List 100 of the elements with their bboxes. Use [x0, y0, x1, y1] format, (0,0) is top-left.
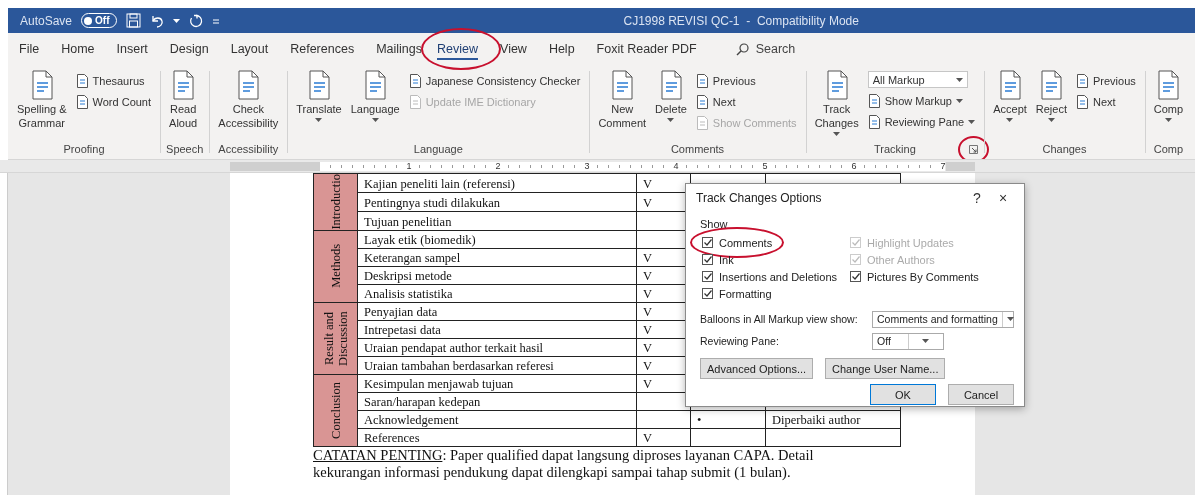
- checkbox-label: Insertions and Deletions: [719, 270, 837, 283]
- ribbon-button[interactable]: Previous: [1073, 70, 1139, 91]
- dropdown-field[interactable]: Off: [872, 332, 944, 350]
- ribbon-tab[interactable]: Home: [61, 35, 95, 63]
- table-cell: Tujuan penelitian: [357, 211, 637, 231]
- ribbon-button[interactable]: Japanese Consistency Checker: [405, 70, 584, 91]
- group-label: Tracking: [874, 143, 916, 155]
- dialog-button[interactable]: Cancel: [948, 384, 1014, 405]
- ruler-number: 2: [495, 161, 501, 171]
- table-cell: V: [636, 428, 691, 447]
- ruler-number: 5: [762, 161, 768, 171]
- ribbon-button[interactable]: Delete: [652, 70, 690, 122]
- section-label: Show: [700, 218, 729, 230]
- ruler-number: 7: [940, 161, 946, 171]
- window-title: CJ1998 REVISI QC-1 - Compatibility Mode: [623, 13, 859, 28]
- ribbon-button[interactable]: Read Aloud: [166, 70, 201, 130]
- ribbon-tab[interactable]: Insert: [116, 35, 148, 63]
- ribbon-button[interactable]: Thesaurus: [72, 70, 155, 91]
- search-icon: [735, 42, 749, 56]
- dropdown-field[interactable]: Comments and formatting: [872, 310, 1014, 328]
- ribbon-button[interactable]: Language: [347, 70, 403, 122]
- page-icon: [695, 94, 709, 109]
- table-cell: •: [690, 410, 766, 429]
- ribbon-tab[interactable]: Layout: [230, 35, 269, 63]
- field-label: Balloons in All Markup view show:: [700, 313, 859, 325]
- save-icon[interactable]: [125, 13, 141, 28]
- redo-icon[interactable]: [188, 13, 203, 28]
- group-label: Comp: [1153, 143, 1184, 155]
- ribbon-tab[interactable]: Foxit Reader PDF: [596, 35, 697, 63]
- page-icon: [867, 93, 881, 108]
- table-cell: Saran/harapan kedepan: [357, 392, 637, 411]
- ribbon-tab[interactable]: Design: [169, 35, 209, 63]
- table-cell: Uraian tambahan berdasarkan referesi: [357, 356, 637, 375]
- search-button[interactable]: Search: [729, 41, 802, 57]
- ribbon-button[interactable]: Reviewing Pane: [864, 111, 979, 132]
- dialog-button[interactable]: Advanced Options...: [700, 358, 814, 379]
- table-cell: References: [357, 428, 637, 447]
- ribbon-button[interactable]: Track Changes: [811, 70, 862, 136]
- section-label: Introductio: [328, 174, 343, 230]
- table-cell: Acknowledgement: [357, 410, 637, 429]
- table-cell: Kajian peneliti lain (referensi): [357, 173, 637, 193]
- ribbon-tab[interactable]: Mailings: [376, 35, 422, 63]
- dialog-button[interactable]: Change User Name...: [825, 358, 946, 379]
- ribbon-button[interactable]: Next: [692, 91, 800, 112]
- check-icon: [703, 290, 712, 297]
- table-cell: Intrepetasi data: [357, 320, 637, 339]
- ruler-number: 4: [673, 161, 679, 171]
- checkbox-label: Formatting: [719, 287, 772, 300]
- checkbox[interactable]: [850, 271, 861, 282]
- page-icon: [75, 73, 89, 88]
- ribbon-button[interactable]: Check Accessibility: [215, 70, 282, 130]
- page-icon: [695, 115, 709, 130]
- caret-icon: [172, 18, 180, 23]
- ruler-number: 1: [406, 161, 412, 171]
- ribbon-button[interactable]: Accept: [990, 70, 1030, 122]
- ribbon-button[interactable]: New Comment: [595, 70, 650, 130]
- ribbon-tab[interactable]: Help: [548, 35, 575, 63]
- ribbon-tab[interactable]: File: [19, 35, 40, 63]
- ribbon-button[interactable]: Comp: [1150, 70, 1187, 122]
- help-button[interactable]: ?: [964, 187, 990, 209]
- ribbon-button[interactable]: Previous: [692, 70, 800, 91]
- table-cell: Penyajian data: [357, 302, 637, 321]
- checkbox-label: Comments: [719, 236, 773, 249]
- group-label: Proofing: [63, 143, 105, 155]
- table-cell: Layak etik (biomedik): [357, 230, 637, 249]
- customize-icon[interactable]: [211, 16, 220, 25]
- page-icon: [695, 73, 709, 88]
- ribbon-button[interactable]: Word Count: [72, 91, 155, 112]
- checkbox[interactable]: [702, 288, 713, 299]
- ribbon-button[interactable]: Show Markup: [864, 90, 979, 111]
- launcher-icon[interactable]: [969, 145, 979, 154]
- ribbon-tab[interactable]: Review: [437, 35, 478, 63]
- check-icon: [703, 239, 712, 246]
- check-icon: [851, 256, 860, 263]
- dialog-button[interactable]: OK: [870, 384, 936, 405]
- check-icon: [703, 256, 712, 263]
- group-label: Comments: [670, 143, 725, 155]
- checkbox[interactable]: [702, 237, 713, 248]
- checkbox[interactable]: [702, 254, 713, 265]
- ribbon-tab[interactable]: View: [500, 35, 527, 63]
- group-label: Speech: [166, 143, 204, 155]
- ribbon-tab[interactable]: References: [290, 35, 355, 63]
- ribbon-button[interactable]: Reject: [1032, 70, 1070, 122]
- checkbox-label: Pictures By Comments: [867, 270, 979, 283]
- undo-icon[interactable]: [149, 13, 164, 28]
- caret-icon: [922, 339, 930, 343]
- section-label: Methods: [328, 244, 343, 288]
- checkbox[interactable]: [702, 271, 713, 282]
- table-cell: Diperbaiki author: [765, 410, 901, 429]
- ruler-number: 6: [851, 161, 857, 171]
- ribbon-button[interactable]: Spelling & Grammar: [14, 70, 70, 130]
- group-label: Language: [413, 143, 463, 155]
- markup-dropdown[interactable]: All Markup: [867, 71, 968, 88]
- ribbon-button[interactable]: Translate: [293, 70, 345, 122]
- close-button[interactable]: ×: [990, 187, 1016, 209]
- dialog-title: Track Changes Options: [696, 191, 823, 205]
- ribbon-button[interactable]: Next: [1073, 91, 1139, 112]
- autosave-label: AutoSave: [20, 13, 73, 28]
- checkbox-label: Other Authors: [867, 253, 935, 266]
- table-cell: Uraian pendapat author terkait hasil: [357, 338, 637, 357]
